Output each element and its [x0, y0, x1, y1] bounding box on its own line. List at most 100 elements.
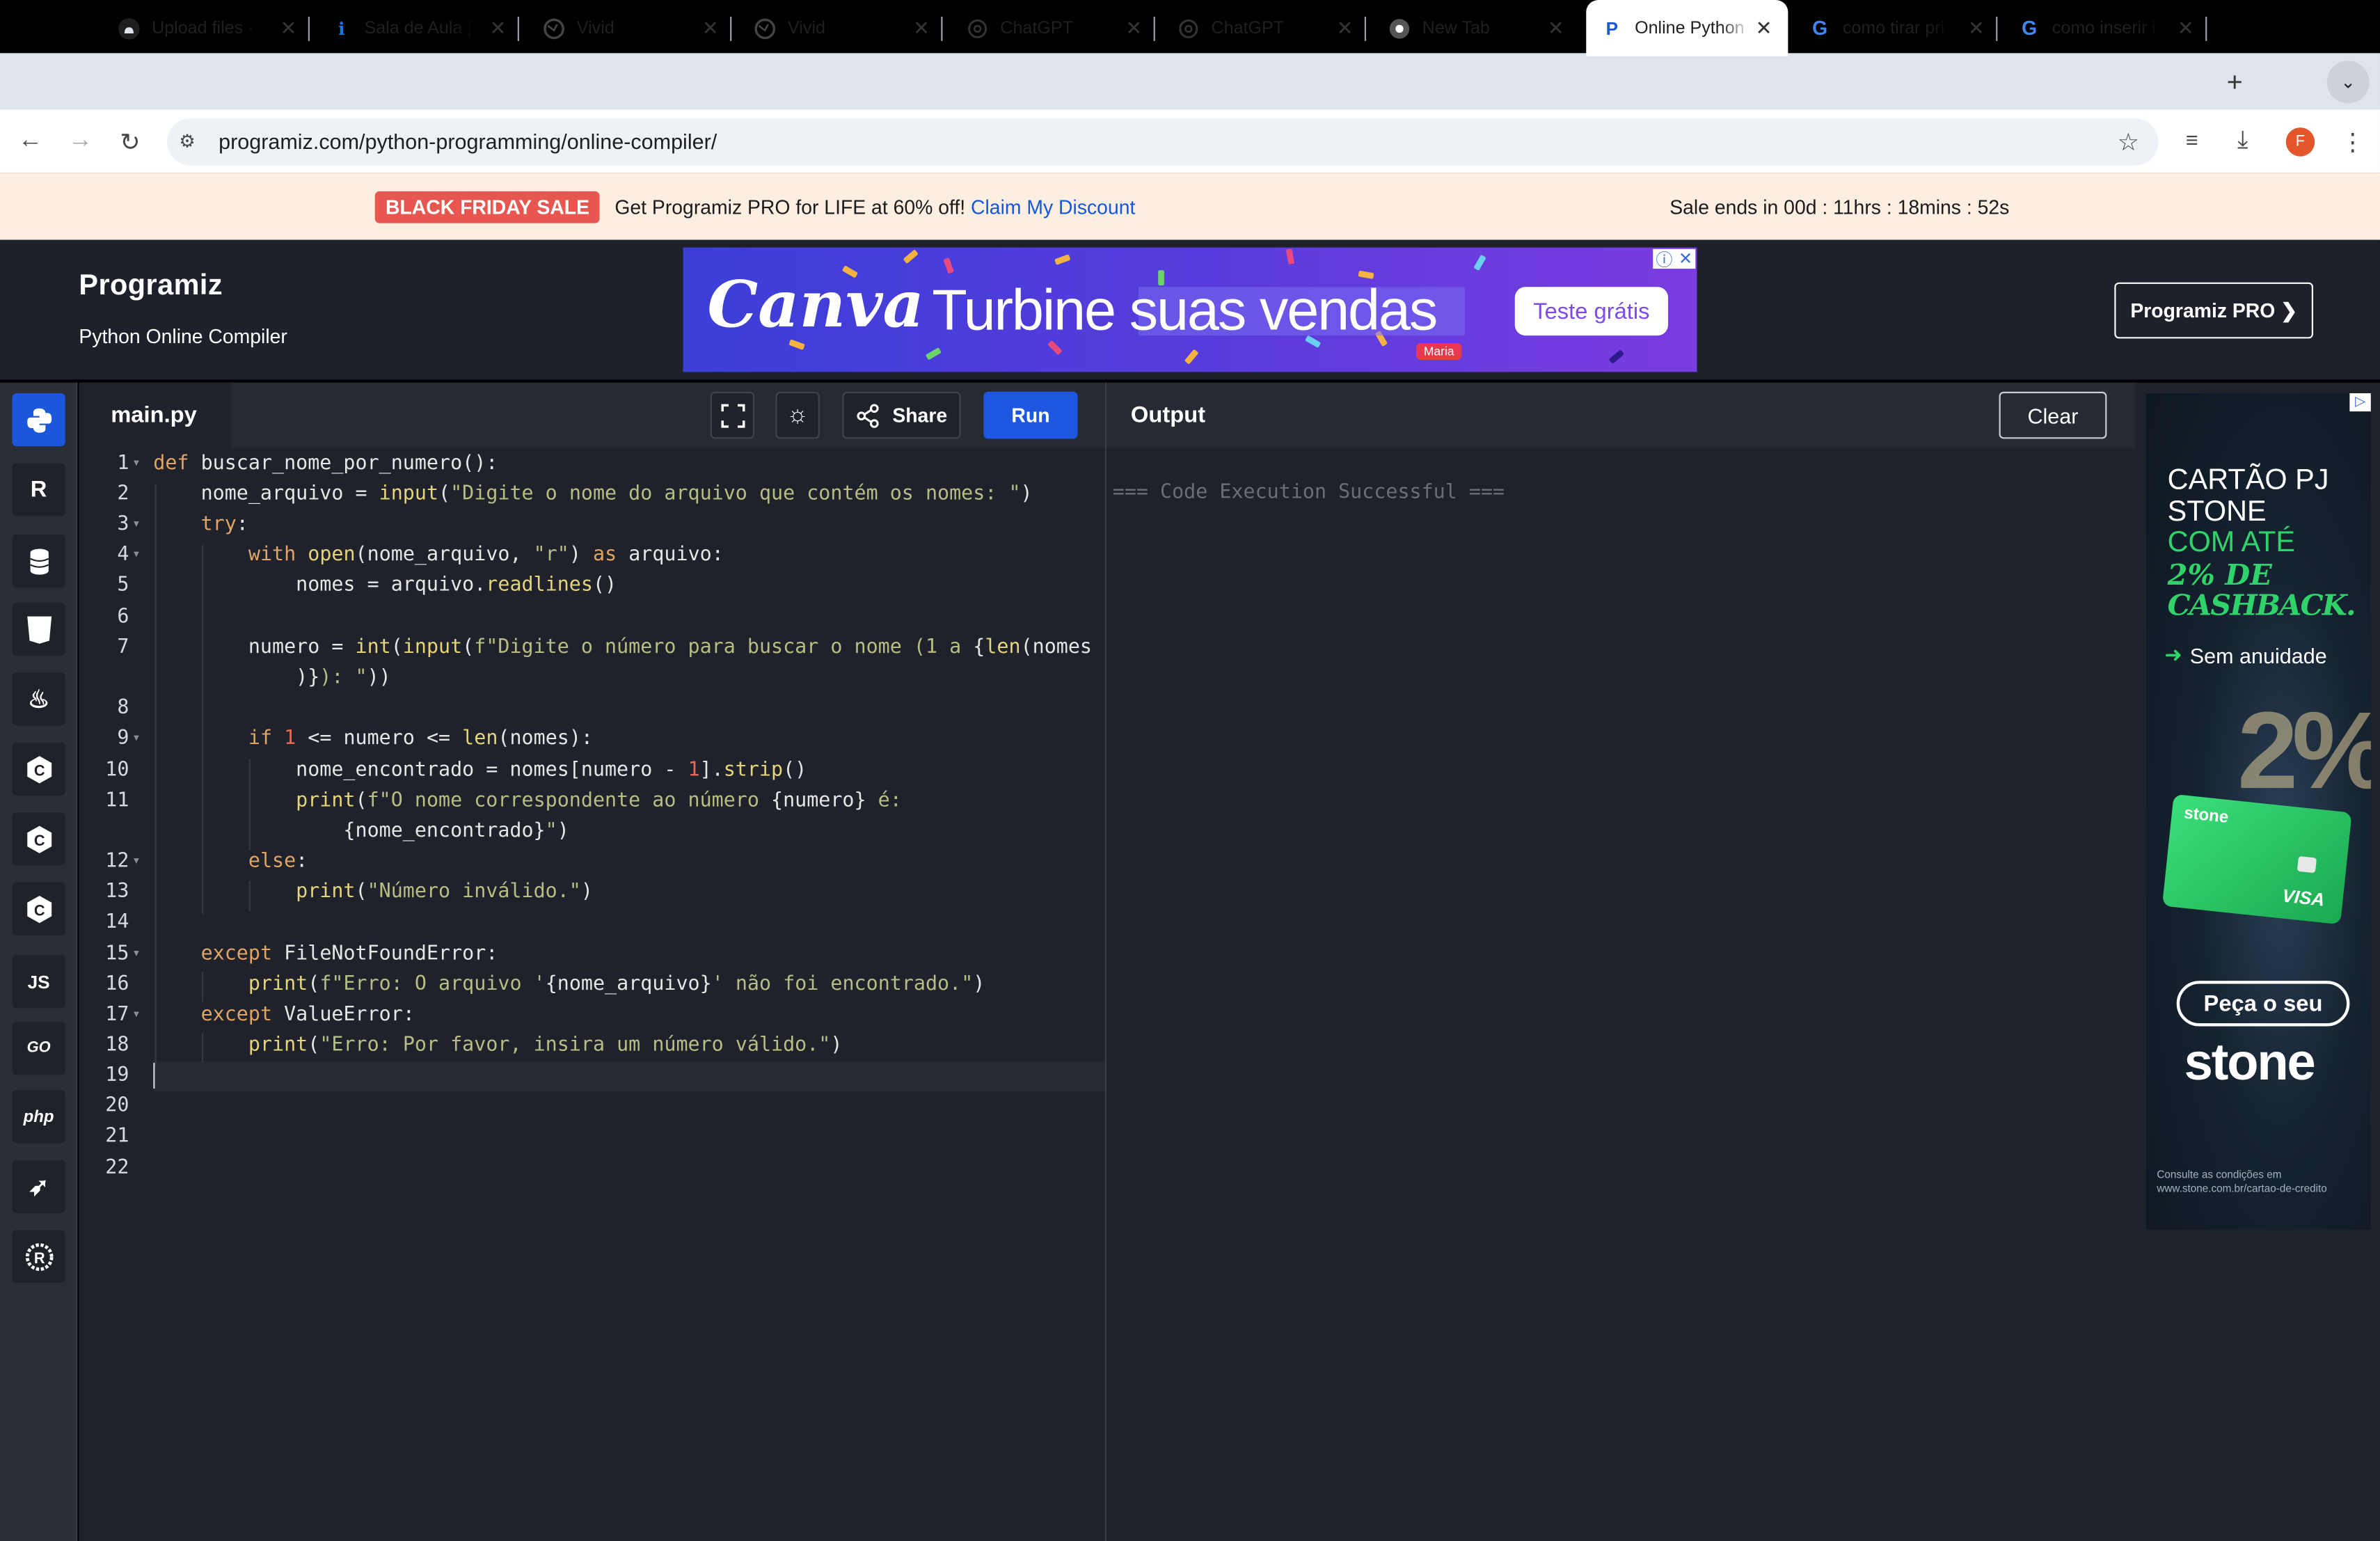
reading-list-icon[interactable]: ≡	[2186, 127, 2198, 152]
javascript-icon[interactable]: JS	[12, 955, 65, 1009]
code-line: except FileNotFoundError:	[200, 942, 498, 966]
file-tab[interactable]: main.py	[79, 382, 231, 448]
python-icon[interactable]	[12, 393, 65, 447]
close-tab-icon[interactable]: ✕	[1752, 16, 1776, 40]
site-settings-icon[interactable]: ⚙	[179, 131, 195, 152]
tab-google-2[interactable]: G como inserir i ✕	[2019, 0, 2207, 56]
download-icon[interactable]: ⤓	[2237, 127, 2248, 155]
url-text[interactable]: programiz.com/python-programming/online-…	[219, 129, 717, 153]
programiz-icon: P	[1605, 17, 1619, 39]
fold-arrow-icon[interactable]: ▾	[134, 947, 139, 959]
clear-button[interactable]: Clear	[1999, 391, 2107, 439]
ad-headline: Turbine suas vendas	[932, 279, 1438, 343]
promo-message: Get Programiz PRO for LIFE at 60% off!	[614, 196, 966, 219]
claim-discount-link[interactable]: Claim My Discount	[971, 196, 1135, 219]
fold-arrow-icon[interactable]: ▾	[134, 732, 139, 744]
r-icon[interactable]: R	[12, 463, 65, 516]
run-button[interactable]: Run	[983, 391, 1078, 439]
close-tab-icon[interactable]: ✕	[1122, 16, 1146, 40]
forward-arrow-icon[interactable]: →	[68, 127, 93, 155]
fold-arrow-icon[interactable]: ▾	[134, 457, 139, 469]
tab-vivid-1[interactable]: Vivid ✕	[544, 0, 732, 56]
code-line: else:	[248, 850, 308, 874]
line-number: 4	[117, 543, 129, 567]
tab-new-tab[interactable]: New Tab ✕	[1389, 0, 1568, 56]
java-icon[interactable]: ♨	[12, 672, 65, 726]
chrome-icon	[1389, 17, 1411, 39]
code-line: def buscar_nome_por_numero():	[153, 452, 498, 475]
line-number: 5	[117, 574, 129, 597]
line-number: 15	[105, 942, 129, 966]
stone-ad[interactable]: ▷ CARTÃO PJ STONE COM ATÉ 2% DE CASHBACK…	[2146, 393, 2371, 1230]
fold-arrow-icon[interactable]: ▾	[134, 1008, 139, 1020]
close-tab-icon[interactable]: ✕	[2173, 16, 2198, 40]
close-tab-icon[interactable]: ✕	[909, 16, 933, 40]
ad-cta-button[interactable]: Teste grátis	[1514, 287, 1669, 336]
fold-arrow-icon[interactable]: ▾	[134, 518, 139, 530]
line-number: 20	[105, 1094, 129, 1118]
close-tab-icon[interactable]: ✕	[1964, 16, 1988, 40]
profile-avatar[interactable]: F	[2285, 127, 2315, 157]
tab-online-python[interactable]: P Online Python ✕	[1586, 0, 1788, 56]
ad-choices-icon[interactable]: ▷	[2349, 393, 2371, 412]
tab-upload-files[interactable]: Upload files · ✕	[118, 0, 310, 56]
code-line: nomes = arquivo.readlines()	[153, 574, 617, 597]
code-line: print("Erro: Por favor, insira um número…	[248, 1034, 843, 1057]
info-icon: i	[338, 17, 345, 39]
close-tab-icon[interactable]: ✕	[698, 16, 722, 40]
ad-cta-button[interactable]: Peça o seu	[2176, 981, 2350, 1027]
close-tab-icon[interactable]: ✕	[1333, 16, 1357, 40]
theme-toggle-sun-icon[interactable]: ☼	[775, 391, 820, 439]
google-icon: G	[1812, 16, 1828, 40]
sale-timer: Sale ends in 00d : 11hrs : 18mins : 52s	[1669, 196, 2010, 219]
close-tab-icon[interactable]: ✕	[1544, 16, 1568, 40]
line-number: 17	[105, 1003, 129, 1027]
tab-sala-de-aula[interactable]: i Sala de Aula | ✕	[331, 0, 519, 56]
new-tab-button[interactable]: +	[2227, 67, 2243, 99]
tab-chatgpt-1[interactable]: ChatGPT ✕	[967, 0, 1155, 56]
tab-google-1[interactable]: G como tirar pri ✕	[1809, 0, 1998, 56]
reload-icon[interactable]: ↻	[120, 127, 140, 158]
close-tab-icon[interactable]: ✕	[486, 16, 510, 40]
chatgpt-icon	[1178, 17, 1200, 39]
sql-icon[interactable]	[12, 534, 65, 588]
programiz-logo[interactable]: Programiz	[79, 270, 223, 303]
fold-arrow-icon[interactable]: ▾	[134, 855, 139, 867]
ad-line-5: CASHBACK.	[2167, 589, 2356, 623]
kebab-menu-icon[interactable]: ⋮	[2340, 127, 2365, 158]
js-label: JS	[27, 970, 50, 993]
rust-icon[interactable]: R	[12, 1229, 65, 1283]
line-number: 11	[105, 789, 129, 812]
code-line: nome_encontrado = nomes[numero - 1].stri…	[153, 759, 807, 782]
c-icon[interactable]: C	[12, 742, 65, 796]
output-title: Output	[1130, 402, 1206, 429]
fold-arrow-icon[interactable]: ▾	[134, 548, 139, 560]
globe-icon	[754, 17, 776, 39]
tab-title: ChatGPT	[1211, 19, 1285, 38]
cplusplus-icon[interactable]: C	[12, 812, 65, 866]
code-line: numero = int(input(f"Digite o número par…	[153, 635, 1093, 659]
text-cursor	[153, 1062, 155, 1089]
globe-icon	[544, 17, 565, 39]
back-arrow-icon[interactable]: ←	[18, 127, 42, 155]
html-icon[interactable]	[12, 602, 65, 656]
ad-choices-close-icon[interactable]: ⓘ ✕	[1653, 248, 1696, 269]
ad-feature-text: Sem anuidade	[2189, 642, 2327, 667]
arrow-circle-icon: ➜	[2164, 642, 2182, 667]
bookmark-star-icon[interactable]: ☆	[2118, 127, 2139, 158]
close-tab-icon[interactable]: ✕	[276, 16, 301, 40]
tab-vivid-2[interactable]: Vivid ✕	[754, 0, 943, 56]
programiz-pro-button[interactable]: Programiz PRO ❯	[2114, 282, 2314, 339]
php-icon[interactable]: php	[12, 1090, 65, 1144]
ad-feature: ➜ Sem anuidade	[2164, 642, 2326, 668]
go-icon[interactable]: GO	[12, 1022, 65, 1075]
csharp-icon[interactable]: C	[12, 882, 65, 935]
code-line: {nome_encontrado}")	[153, 819, 569, 843]
code-line: print("Número inválido.")	[296, 880, 593, 903]
swift-icon[interactable]: ➶	[12, 1160, 65, 1213]
r-label: R	[30, 476, 47, 503]
tab-chatgpt-2[interactable]: ChatGPT ✕	[1178, 0, 1367, 56]
tab-search-chevron-icon[interactable]: ⌄	[2326, 61, 2370, 104]
share-button[interactable]: Share	[842, 391, 961, 439]
fullscreen-icon[interactable]	[710, 391, 755, 439]
